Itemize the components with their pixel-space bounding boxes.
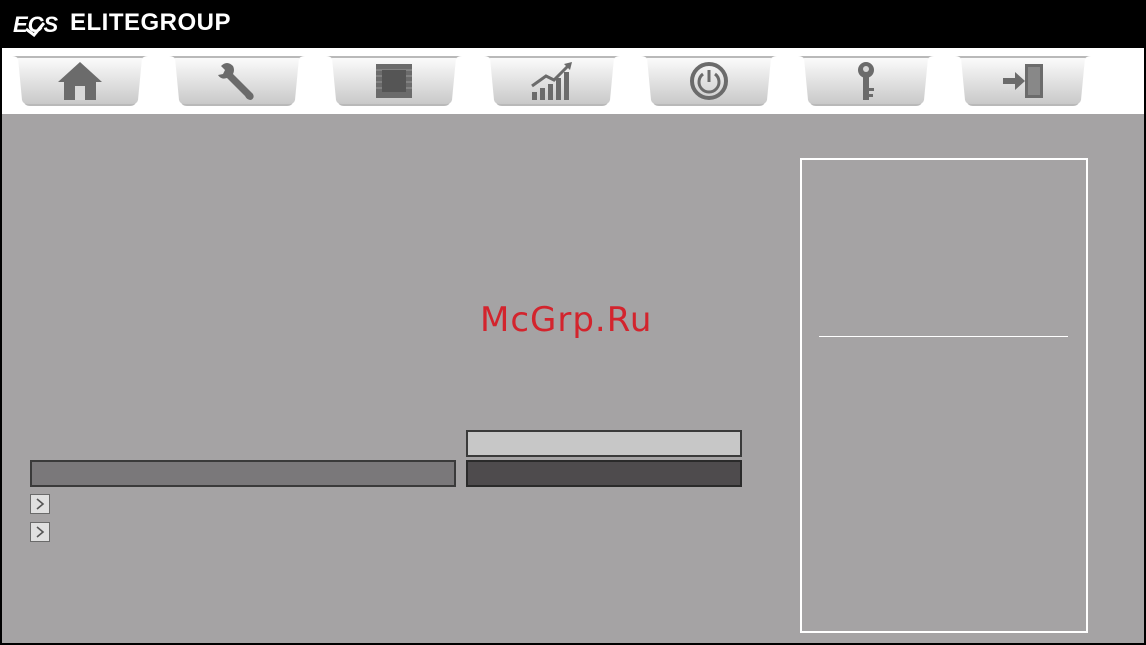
home-icon bbox=[56, 60, 104, 102]
wrench-icon bbox=[213, 60, 261, 102]
tab-main[interactable] bbox=[10, 54, 150, 110]
tab-advanced[interactable] bbox=[167, 54, 307, 110]
help-divider bbox=[819, 336, 1068, 337]
tab-security[interactable] bbox=[796, 54, 936, 110]
help-panel bbox=[800, 158, 1088, 633]
submenu-arrow-icon[interactable] bbox=[30, 494, 50, 514]
brand-name: ELITEGROUP bbox=[70, 9, 232, 36]
exit-icon bbox=[999, 60, 1047, 102]
tab-chipset[interactable] bbox=[324, 54, 464, 110]
selected-setting-row[interactable] bbox=[30, 460, 456, 487]
watermark: McGrp.Ru bbox=[480, 300, 653, 340]
key-icon bbox=[842, 60, 890, 102]
chip-icon bbox=[370, 60, 418, 102]
ecs-logo: ECS bbox=[12, 9, 68, 38]
option-value-box[interactable] bbox=[466, 430, 742, 457]
selected-value-box[interactable] bbox=[466, 460, 742, 487]
tab-exit[interactable] bbox=[953, 54, 1093, 110]
title-bar: ECS ELITEGROUP bbox=[0, 0, 1146, 48]
tab-bar bbox=[0, 48, 1146, 114]
tab-mib[interactable] bbox=[482, 54, 622, 110]
brand: ECS ELITEGROUP bbox=[12, 8, 231, 38]
tab-boot[interactable] bbox=[639, 54, 779, 110]
chart-icon bbox=[528, 60, 576, 102]
power-icon bbox=[685, 60, 733, 102]
submenu-arrow-icon[interactable] bbox=[30, 522, 50, 542]
